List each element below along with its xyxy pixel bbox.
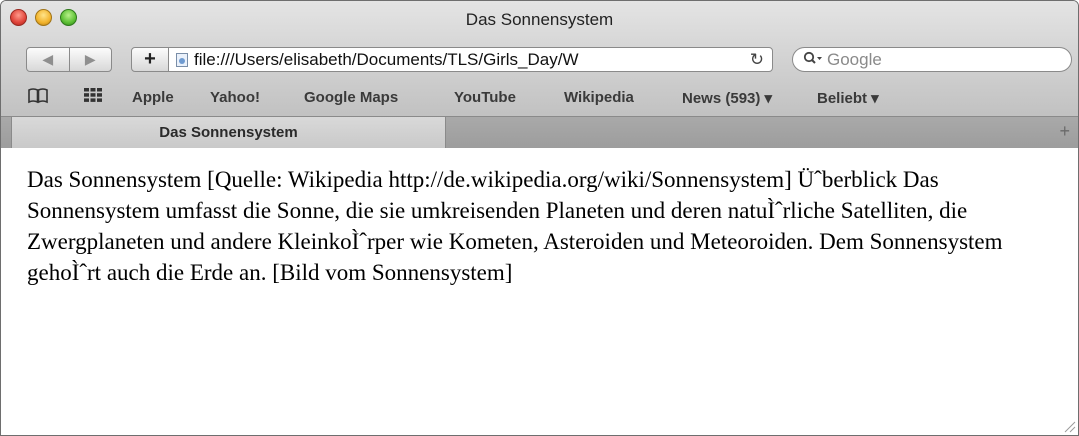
tab-bar: Das Sonnensystem + xyxy=(1,116,1078,148)
forward-button[interactable]: ▶ xyxy=(68,48,112,71)
page-content: Das Sonnensystem [Quelle: Wikipedia http… xyxy=(1,148,1078,435)
new-tab-plus-icon[interactable]: + xyxy=(1059,121,1070,142)
bookmark-news-menu[interactable]: News (593) ▾ xyxy=(682,89,772,107)
add-bookmark-button[interactable]: + xyxy=(131,47,169,72)
toolbar: ◀ ▶ + file:///Users/elisabeth/Documents/… xyxy=(1,45,1078,75)
browser-chrome: Das Sonnensystem ◀ ▶ + file:///Users/eli… xyxy=(1,1,1078,148)
url-text[interactable]: file:///Users/elisabeth/Documents/TLS/Gi… xyxy=(194,50,724,70)
browser-window: Das Sonnensystem ◀ ▶ + file:///Users/eli… xyxy=(0,0,1079,436)
bookmark-apple[interactable]: Apple xyxy=(132,89,174,106)
bookmark-google-maps[interactable]: Google Maps xyxy=(304,89,398,106)
page-icon xyxy=(176,52,188,67)
bookmark-wikipedia[interactable]: Wikipedia xyxy=(564,89,634,106)
resize-grip-icon[interactable] xyxy=(1062,419,1076,433)
window-title: Das Sonnensystem xyxy=(465,10,614,29)
top-sites-grid-icon[interactable] xyxy=(83,87,103,108)
search-field[interactable]: Google xyxy=(792,47,1072,72)
title-bar: Das Sonnensystem xyxy=(1,1,1078,35)
search-icon[interactable] xyxy=(803,51,823,69)
back-button[interactable]: ◀ xyxy=(27,48,69,71)
bookmark-yahoo[interactable]: Yahoo! xyxy=(210,89,260,106)
bookmark-youtube[interactable]: YouTube xyxy=(454,89,516,106)
tab-das-sonnensystem[interactable]: Das Sonnensystem xyxy=(11,117,446,148)
bookmarks-bar: Apple Yahoo! Google Maps YouTube Wikiped… xyxy=(1,85,1078,109)
bookmark-beliebt-menu[interactable]: Beliebt ▾ xyxy=(817,89,879,107)
search-placeholder: Google xyxy=(827,49,882,69)
article-text: Das Sonnensystem [Quelle: Wikipedia http… xyxy=(27,167,1003,285)
nav-buttons: ◀ ▶ xyxy=(26,47,112,72)
bookmarks-book-icon[interactable] xyxy=(27,87,49,110)
reload-icon[interactable]: ↻ xyxy=(750,50,764,70)
address-bar[interactable]: file:///Users/elisabeth/Documents/TLS/Gi… xyxy=(168,47,773,72)
